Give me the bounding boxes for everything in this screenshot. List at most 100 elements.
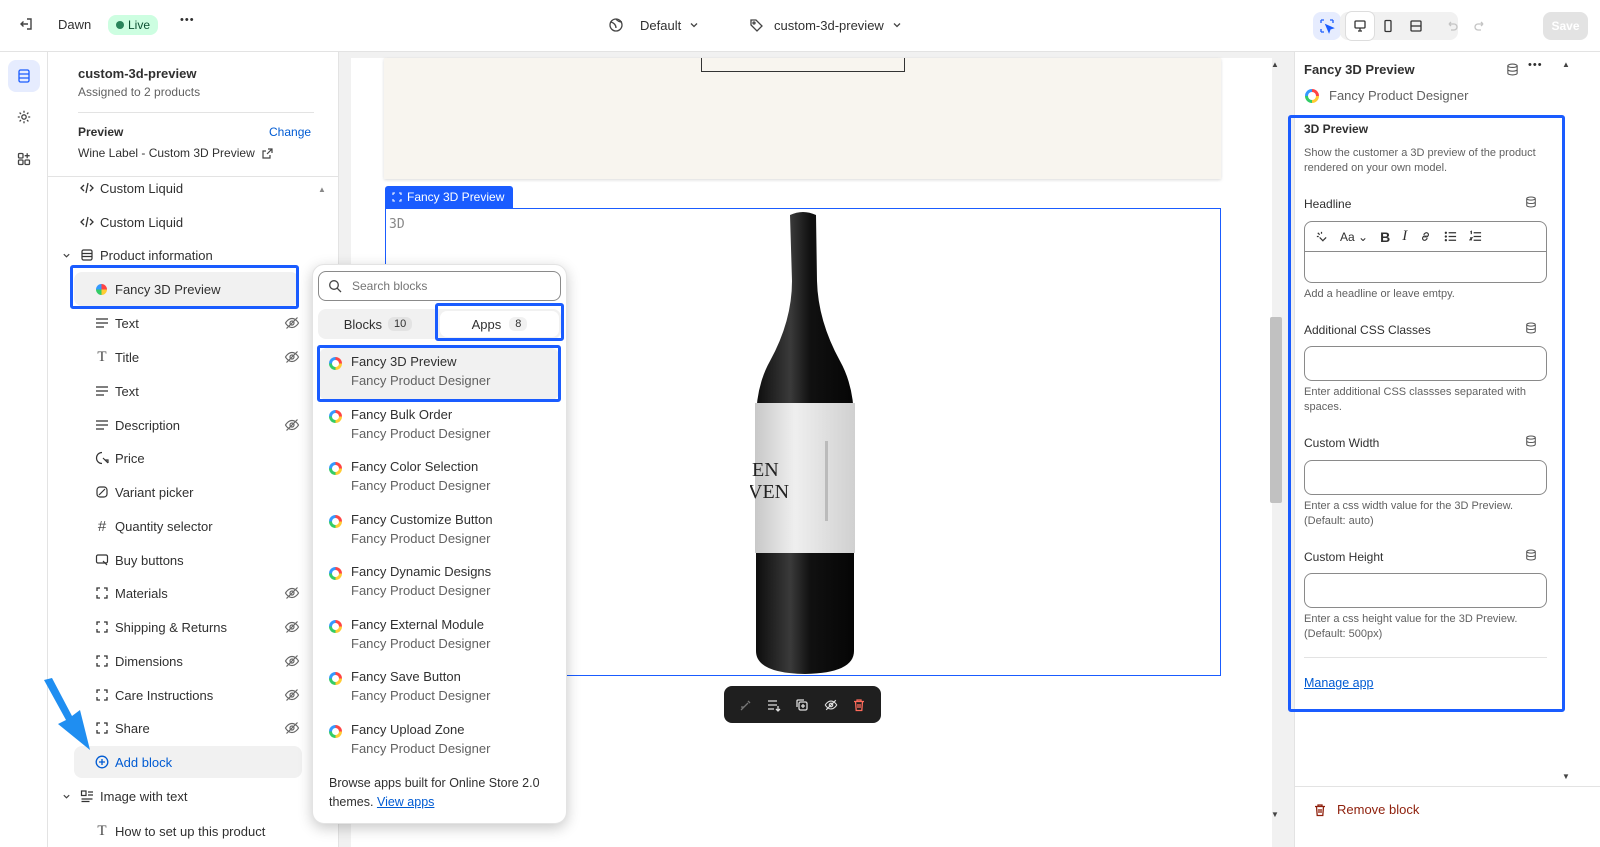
tree-item-label: Dimensions	[115, 653, 183, 669]
tree-item-title[interactable]: T Title	[48, 340, 338, 374]
tree-item-quantity-selector[interactable]: # Quantity selector	[48, 509, 338, 543]
tree-item-text[interactable]: Text	[48, 306, 338, 340]
tree-item-variant-picker[interactable]: Variant picker	[48, 475, 338, 509]
tag-icon	[750, 19, 763, 32]
wine-bottle-image: EN VEN	[750, 212, 855, 674]
block-app-source: Fancy Product Designer	[1305, 88, 1468, 103]
eye-slash-icon[interactable]	[284, 687, 300, 703]
eye-slash-icon[interactable]	[284, 349, 300, 365]
tree-item-dimensions[interactable]: Dimensions	[48, 644, 338, 678]
template-selector-label: Default	[640, 17, 682, 33]
settings-scroll-down-arrow[interactable]: ▼	[1562, 772, 1570, 781]
eye-slash-icon[interactable]	[284, 619, 300, 635]
tree-item-shipping-returns[interactable]: Shipping & Returns	[48, 610, 338, 644]
dynamic-source-icon[interactable]	[1506, 63, 1519, 76]
tree-item-buy-buttons[interactable]: Buy buttons	[48, 543, 338, 577]
ai-edit-icon[interactable]	[739, 698, 753, 712]
popover-footer: Browse apps built for Online Store 2.0 t…	[329, 774, 559, 812]
desktop-view-button[interactable]	[1346, 12, 1374, 40]
settings-scroll-up-arrow[interactable]: ▲	[1562, 60, 1570, 69]
search-blocks-field[interactable]	[318, 271, 561, 301]
settings-nav-button[interactable]	[10, 103, 38, 131]
mobile-view-button[interactable]	[1374, 12, 1402, 40]
tree-item-text[interactable]: Text	[48, 374, 338, 408]
app-block-title: Fancy Bulk Order	[351, 407, 453, 422]
gear-icon	[17, 110, 31, 124]
app-block-item[interactable]: Fancy Bulk Order Fancy Product Designer	[319, 401, 559, 453]
trash-icon[interactable]	[852, 698, 866, 712]
redo-button[interactable]	[1466, 12, 1494, 40]
fullscreen-view-button[interactable]	[1402, 12, 1430, 40]
more-actions-button[interactable]: •••	[180, 14, 195, 26]
view-apps-link[interactable]: View apps	[377, 795, 434, 809]
tree-item-price[interactable]: Price	[48, 441, 338, 475]
eye-slash-icon[interactable]	[284, 417, 300, 433]
page-selector[interactable]: custom-3d-preview	[748, 14, 902, 36]
tree-item-label: Variant picker	[115, 484, 194, 500]
selected-block-tag[interactable]: Fancy 3D Preview	[385, 186, 514, 208]
inspector-toggle-button[interactable]	[1313, 12, 1341, 40]
apps-nav-button[interactable]	[10, 145, 38, 173]
code-icon	[79, 214, 95, 230]
block-icon	[94, 585, 110, 601]
tree-item-custom-liquid[interactable]: Custom Liquid	[48, 171, 338, 205]
plus-circle-icon	[94, 754, 110, 770]
app-item-highlight	[317, 345, 561, 402]
app-block-vendor: Fancy Product Designer	[351, 478, 491, 493]
add-block-button[interactable]: Add block	[74, 746, 302, 778]
mobile-icon	[1384, 19, 1392, 33]
chevron-down-icon	[61, 788, 71, 804]
text-icon	[94, 315, 110, 331]
tree-item-image-with-text[interactable]: Image with text	[48, 779, 338, 813]
eye-slash-icon[interactable]	[284, 720, 300, 736]
search-blocks-input[interactable]	[352, 279, 542, 293]
tree-item-label: Custom Liquid	[100, 180, 184, 196]
preview-button-outline	[701, 58, 905, 72]
tree-item-label: Materials	[115, 585, 168, 601]
eye-slash-icon[interactable]	[824, 698, 838, 712]
template-selector[interactable]: Default	[608, 14, 699, 36]
page-selector-label: custom-3d-preview	[774, 17, 884, 33]
app-block-item[interactable]: Fancy External Module Fancy Product Desi…	[319, 611, 559, 663]
app-block-vendor: Fancy Product Designer	[351, 583, 491, 598]
app-block-item[interactable]: Fancy Upload Zone Fancy Product Designer	[319, 716, 559, 768]
move-icon[interactable]	[767, 698, 781, 712]
app-block-item[interactable]: Fancy Dynamic Designs Fancy Product Desi…	[319, 558, 559, 610]
trash-icon	[1315, 803, 1325, 816]
tree-item-label: Buy buttons	[115, 552, 184, 568]
eye-slash-icon[interactable]	[284, 585, 300, 601]
app-block-title: Fancy Save Button	[351, 669, 461, 684]
preview-product[interactable]: Wine Label - Custom 3D Preview	[78, 146, 273, 160]
theme-name: Dawn	[58, 17, 92, 32]
tree-item-materials[interactable]: Materials	[48, 576, 338, 610]
tree-item-heading[interactable]: T How to set up this product	[48, 814, 338, 847]
block-more-button[interactable]: •••	[1528, 59, 1543, 71]
canvas-scroll-down-arrow[interactable]: ▼	[1270, 810, 1280, 820]
sections-nav-button[interactable]	[8, 60, 40, 92]
block-icon	[392, 192, 402, 202]
template-subtitle: Assigned to 2 products	[78, 85, 201, 99]
tree-item-label: Image with text	[100, 788, 188, 804]
tab-blocks[interactable]: Blocks 10	[318, 309, 438, 339]
canvas-scrollbar-thumb[interactable]	[1270, 317, 1282, 503]
tree-item-label: Text	[115, 383, 139, 399]
eye-slash-icon[interactable]	[284, 653, 300, 669]
app-logo-icon	[329, 567, 342, 580]
tree-item-description[interactable]: Description	[48, 408, 338, 442]
tree-item-custom-liquid[interactable]: Custom Liquid	[48, 205, 338, 239]
app-block-title: Fancy Customize Button	[351, 512, 493, 527]
undo-button[interactable]	[1438, 12, 1466, 40]
code-icon	[79, 180, 95, 196]
block-app-name: Fancy Product Designer	[1329, 88, 1469, 103]
app-block-item[interactable]: Fancy Save Button Fancy Product Designer	[319, 663, 559, 715]
eye-slash-icon[interactable]	[284, 315, 300, 331]
tree-item-label: Description	[115, 417, 181, 433]
save-button[interactable]: Save	[1543, 12, 1588, 40]
app-block-item[interactable]: Fancy Color Selection Fancy Product Desi…	[319, 453, 559, 505]
remove-block-button[interactable]: Remove block	[1313, 802, 1419, 817]
duplicate-icon[interactable]	[795, 698, 809, 712]
canvas-scroll-up-arrow[interactable]: ▲	[1270, 60, 1280, 70]
change-preview-link[interactable]: Change	[269, 125, 311, 139]
exit-icon[interactable]	[12, 10, 40, 38]
app-block-item[interactable]: Fancy Customize Button Fancy Product Des…	[319, 506, 559, 558]
